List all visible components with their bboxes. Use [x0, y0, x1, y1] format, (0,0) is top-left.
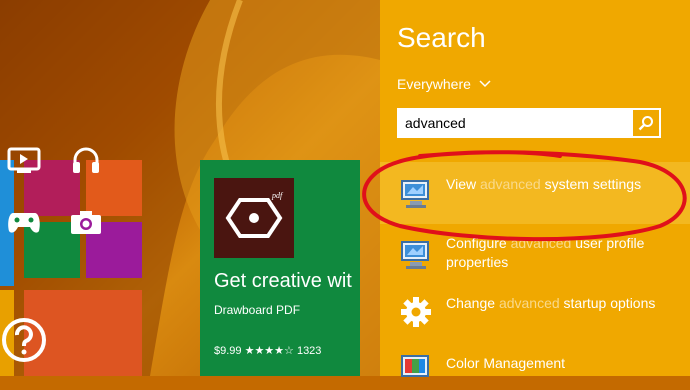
app-title: Get creative wit [214, 270, 352, 292]
app-price-rating: $9.99 ★★★★☆ 1323 [214, 345, 322, 357]
xbox-controller-icon [8, 213, 40, 233]
search-charm-pane: Search Everywhere View advanced system s… [380, 0, 690, 377]
search-box [397, 108, 661, 138]
search-scope-dropdown[interactable]: Everywhere [397, 76, 491, 92]
result-text: Configure advanced user profile properti… [446, 235, 645, 270]
search-scope-label: Everywhere [397, 76, 471, 92]
help-tile[interactable] [2, 290, 142, 376]
start-screen-background: pdf Get creative wit Drawboard PDF $9.99… [0, 0, 380, 376]
svg-text:pdf: pdf [271, 191, 284, 200]
search-result-configure-user-profile[interactable]: Configure advanced user profile properti… [380, 234, 690, 282]
chevron-down-icon [479, 80, 491, 88]
system-settings-icon [401, 180, 429, 208]
search-button[interactable] [631, 108, 661, 138]
system-settings-icon [401, 241, 429, 269]
gear-icon [401, 297, 431, 327]
music-tile[interactable] [73, 147, 142, 216]
search-result-color-management[interactable]: Color Management [380, 354, 690, 377]
app-publisher: Drawboard PDF [214, 303, 301, 317]
question-mark-icon [2, 317, 46, 362]
color-management-icon [401, 355, 429, 377]
search-title: Search [397, 22, 486, 53]
magnifier-icon [638, 116, 653, 131]
search-result-view-advanced-system-settings[interactable]: View advanced system settings [380, 162, 690, 224]
result-text: Color Management [446, 355, 566, 371]
result-text: View advanced system settings [446, 176, 642, 192]
video-icon [7, 147, 41, 173]
store-app-tile[interactable]: pdf Get creative wit Drawboard PDF $9.99… [200, 160, 360, 376]
result-text: Change advanced startup options [446, 295, 656, 311]
drawboard-pdf-logo: pdf [214, 178, 294, 258]
search-input[interactable] [397, 108, 631, 138]
headphones-icon [73, 147, 99, 173]
camera-tile[interactable] [71, 211, 142, 278]
camera-icon [71, 211, 101, 234]
search-result-change-startup-options[interactable]: Change advanced startup options [380, 294, 690, 334]
